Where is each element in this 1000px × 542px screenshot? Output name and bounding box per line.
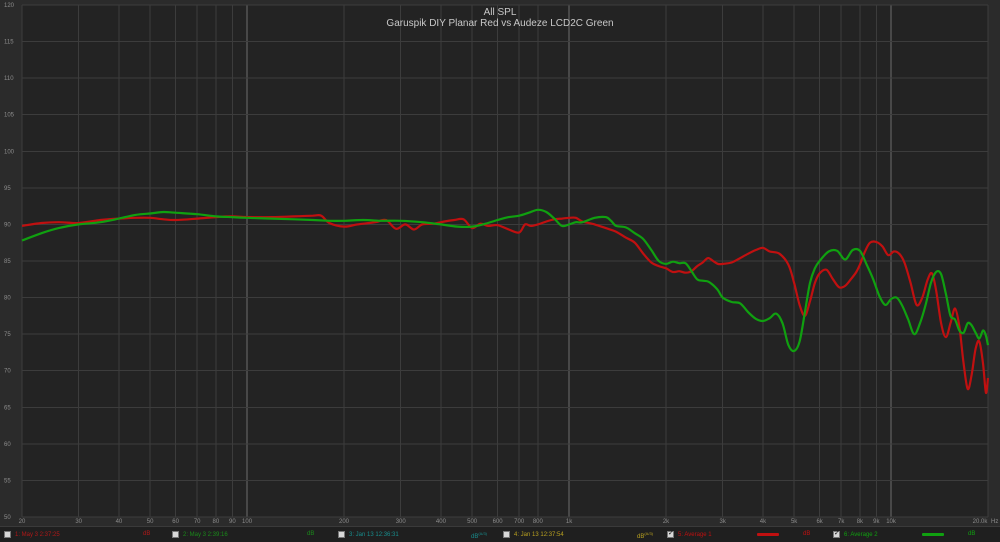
x-tick-label: 200 — [339, 519, 350, 525]
x-tick-label: 20.0k — [973, 519, 989, 525]
y-tick-label: 90 — [4, 222, 11, 228]
x-tick-label: 700 — [514, 519, 525, 525]
legend-checkbox-2[interactable] — [172, 531, 179, 538]
x-tick-label: 8k — [857, 519, 864, 525]
x-tick-label: 400 — [436, 519, 447, 525]
legend-unit-3: dB(A/3) — [471, 531, 487, 540]
x-tick-label: 500 — [467, 519, 478, 525]
x-tick-label: 4k — [760, 519, 767, 525]
legend-unit-4: dB(A/3) — [637, 531, 653, 540]
x-tick-label: 70 — [194, 519, 201, 525]
x-tick-label: 100 — [242, 519, 253, 525]
legend-label-1: 1: May 3 2:37:25 — [15, 531, 60, 538]
legend-checkbox-6[interactable] — [833, 529, 840, 538]
y-tick-label: 50 — [4, 515, 11, 521]
legend-label-4: 4: Jan 13 12:37:54 — [514, 531, 564, 538]
x-tick-label: 600 — [493, 519, 504, 525]
x-tick-label: 30 — [75, 519, 82, 525]
spl-chart: 120 115 110 105 100 95 90 85 80 75 70 65 60 55 50 20 30 4… — [4, 3, 998, 525]
legend-item-5[interactable]: 5: Average 1 — [667, 527, 712, 542]
x-tick-label: 800 — [533, 519, 544, 525]
y-tick-label: 115 — [4, 40, 14, 46]
y-tick-label: 95 — [4, 186, 11, 192]
legend-item-6[interactable]: 6: Average 2 — [833, 527, 878, 542]
y-tick-label: 70 — [4, 369, 11, 375]
x-tick-label: 300 — [396, 519, 407, 525]
legend-unit-1: dB — [143, 531, 151, 537]
y-tick-label: 60 — [4, 442, 11, 448]
y-tick-label: 110 — [4, 76, 14, 82]
legend-swatch-6 — [922, 533, 944, 536]
legend-unit-6: dB — [968, 531, 976, 537]
x-tick-label: 2k — [663, 519, 670, 525]
y-tick-label: 75 — [4, 332, 11, 338]
legend-checkbox-3[interactable] — [338, 531, 345, 538]
legend-label-2: 2: May 3 2:39:16 — [183, 531, 228, 538]
x-tick-label: 40 — [116, 519, 123, 525]
legend-swatch-5 — [757, 533, 779, 536]
legend-bar: 1: May 3 2:37:25 dB 2: May 3 2:39:16 dB … — [0, 526, 1000, 542]
x-tick-label: 5k — [791, 519, 798, 525]
legend-item-1[interactable]: 1: May 3 2:37:25 — [4, 527, 60, 542]
x-tick-label: 50 — [147, 519, 154, 525]
y-tick-label: 105 — [4, 113, 15, 119]
x-unit-label: Hz — [991, 519, 998, 525]
legend-item-4[interactable]: 4: Jan 13 12:37:54 — [503, 527, 564, 542]
x-tick-label: 10k — [886, 519, 897, 525]
y-tick-label: 55 — [4, 478, 11, 484]
y-tick-label: 80 — [4, 296, 11, 302]
x-tick-label: 20 — [19, 519, 26, 525]
x-tick-label: 9k — [873, 519, 880, 525]
x-tick-label: 60 — [172, 519, 179, 525]
legend-checkbox-4[interactable] — [503, 531, 510, 538]
chart-title: All SPL — [484, 7, 517, 18]
x-tick-label: 3k — [720, 519, 727, 525]
legend-unit-2: dB — [307, 531, 315, 537]
legend-label-3: 3: Jan 13 12:36:31 — [349, 531, 399, 538]
legend-checkbox-1[interactable] — [4, 531, 11, 538]
legend-checkbox-5[interactable] — [667, 529, 674, 538]
legend-item-2[interactable]: 2: May 3 2:39:16 — [172, 527, 228, 542]
legend-unit-3-sup: (A/3) — [478, 531, 488, 536]
y-tick-label: 85 — [4, 259, 11, 265]
x-tick-label: 80 — [213, 519, 220, 525]
legend-item-3[interactable]: 3: Jan 13 12:36:31 — [338, 527, 399, 542]
y-tick-label: 100 — [4, 149, 15, 155]
legend-label-6: 6: Average 2 — [844, 531, 878, 538]
legend-label-5: 5: Average 1 — [678, 531, 712, 538]
legend-unit-5: dB — [803, 531, 811, 537]
x-tick-label: 90 — [229, 519, 236, 525]
y-tick-label: 120 — [4, 3, 15, 9]
x-tick-label: 7k — [838, 519, 845, 525]
y-tick-label: 65 — [4, 405, 11, 411]
legend-unit-4-sup: (A/3) — [644, 531, 654, 536]
x-tick-label: 6k — [816, 519, 823, 525]
chart-subtitle: Garuspik DIY Planar Red vs Audeze LCD2C … — [386, 18, 613, 29]
x-tick-label: 1k — [566, 519, 573, 525]
